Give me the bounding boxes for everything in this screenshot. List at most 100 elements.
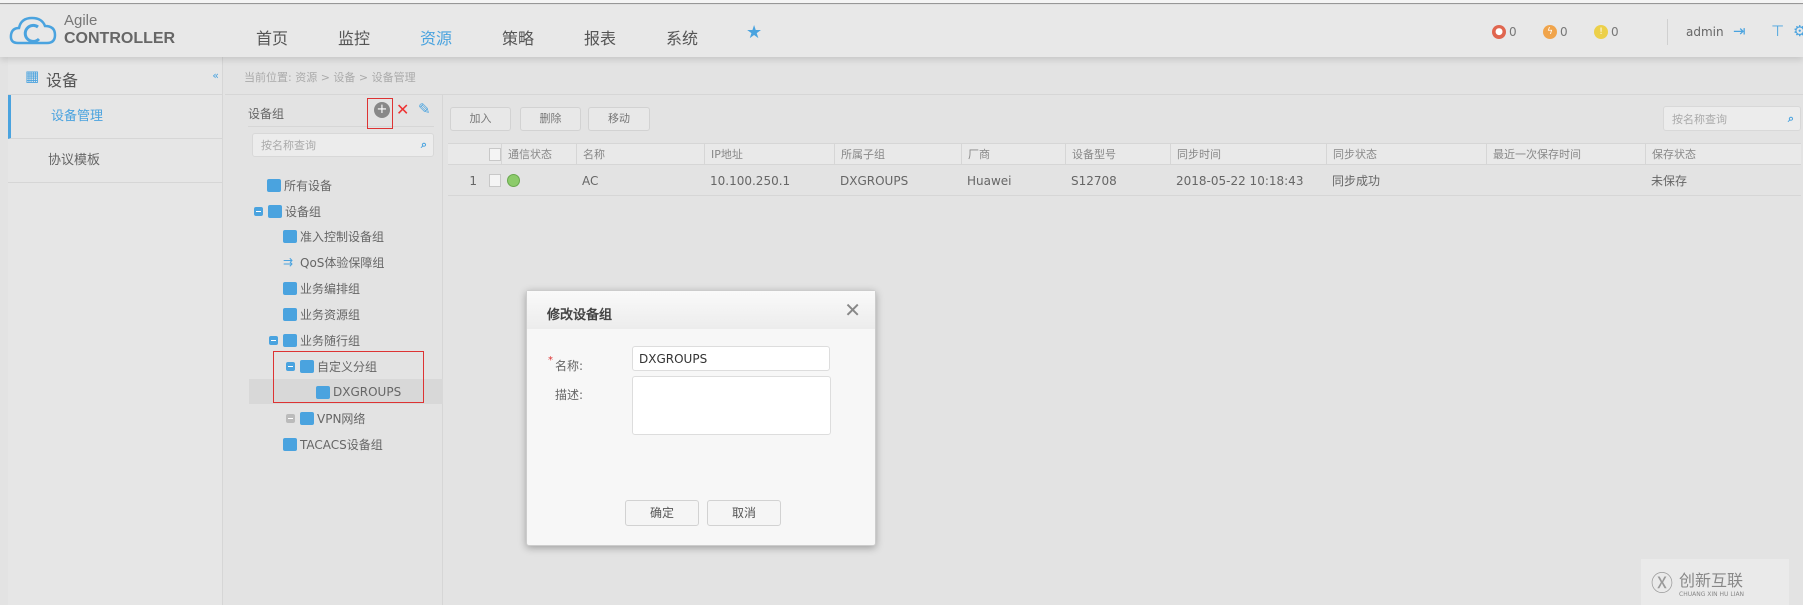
warning-alarm[interactable]: ! 0 [1594, 25, 1619, 39]
column-header[interactable]: 同步状态 [1326, 144, 1486, 164]
watermark-logo-icon: Ⓧ [1651, 572, 1674, 597]
online-status-icon [507, 174, 520, 187]
description-label: 描述: [555, 388, 584, 402]
collapse-toggle-icon[interactable] [254, 206, 263, 216]
delete-button[interactable]: 删除 [520, 107, 581, 131]
cell-save-status: 未保存 [1651, 174, 1688, 188]
tree-node-orchestration[interactable]: 业务编排组 [283, 277, 360, 299]
window-top-border [0, 0, 1803, 4]
major-alarm-icon: ϟ [1543, 25, 1557, 39]
star-icon[interactable]: ★ [746, 22, 762, 43]
delete-group-icon[interactable]: ✕ [396, 100, 409, 119]
search-icon[interactable]: ⌕ [1788, 112, 1794, 126]
cloud-logo-icon [9, 16, 57, 45]
major-alarm[interactable]: ϟ0 [1543, 25, 1568, 39]
cell-name: AC [582, 173, 599, 188]
move-button[interactable]: 移动 [588, 107, 650, 131]
document-icon [300, 411, 314, 425]
tree-node-tacacs[interactable]: TACACS设备组 [283, 433, 383, 455]
username[interactable]: admin [1686, 25, 1724, 39]
table-row[interactable]: 1 AC 10.100.250.1 DXGROUPS Huawei S12708… [448, 166, 1801, 196]
qos-icon: ⇉ [283, 254, 294, 269]
description-textarea[interactable] [632, 376, 831, 435]
divider [248, 126, 434, 127]
sidebar-item-device-management[interactable]: 设备管理 [8, 95, 223, 139]
sidebar-item-protocol-template[interactable]: 协议模板 [8, 139, 223, 183]
nav-resources[interactable]: 资源 [420, 25, 452, 49]
add-button[interactable]: 加入 [450, 107, 511, 131]
group-icon [268, 204, 282, 218]
tree-node-all-devices[interactable]: 所有设备 [267, 174, 332, 196]
tree-node-qos[interactable]: ⇉ QoS体验保障组 [283, 251, 384, 273]
logout-icon[interactable]: ⇥ [1733, 22, 1746, 40]
collapse-toggle-icon[interactable] [269, 335, 278, 345]
tree-node-access-control[interactable]: 准入控制设备组 [283, 225, 384, 247]
nav-policy[interactable]: 策略 [502, 25, 534, 49]
divider [1667, 19, 1668, 45]
tree-search-input[interactable]: 按名称查询 ⌕ [252, 133, 434, 157]
group-icon [283, 281, 297, 295]
device-search-input[interactable]: 按名称查询 ⌕ [1663, 106, 1801, 131]
group-icon [283, 437, 297, 451]
highlight-box [273, 351, 424, 403]
cell-model: S12708 [1071, 173, 1117, 188]
tree-node-device-group[interactable]: 设备组 [254, 200, 321, 222]
collapse-icon[interactable]: « [212, 69, 219, 82]
cell-group: DXGROUPS [840, 173, 909, 188]
sidebar-header: ▦ 设备 « [8, 63, 223, 95]
divider [225, 94, 1803, 95]
column-header[interactable]: 厂商 [961, 144, 1065, 164]
sidebar: ▦ 设备 « 设备管理 协议模板 [8, 57, 223, 605]
tree-title: 设备组 [248, 107, 285, 121]
tree-node-resources[interactable]: 业务资源组 [283, 303, 360, 325]
device-icon [267, 178, 281, 192]
column-header[interactable]: 所属子组 [834, 144, 961, 164]
column-header[interactable]: 设备型号 [1065, 144, 1170, 164]
nav-reports[interactable]: 报表 [584, 25, 616, 49]
name-label: 名称: [555, 359, 584, 373]
column-header[interactable]: 保存状态 [1645, 144, 1801, 164]
document-icon [283, 333, 297, 347]
select-all-checkbox[interactable] [489, 147, 501, 161]
tool-icon[interactable]: ⊤ [1771, 22, 1784, 40]
group-icon [283, 307, 297, 321]
ok-button[interactable]: 确定 [625, 500, 699, 526]
settings-icon[interactable]: ⚙ [1793, 22, 1803, 40]
column-header[interactable]: 通信状态 [501, 144, 576, 164]
row-index: 1 [469, 173, 477, 188]
warning-alarm-icon: ! [1594, 25, 1608, 39]
watermark: Ⓧ 创新互联 CHUANG XIN HU LIAN [1641, 559, 1789, 605]
cell-ip: 10.100.250.1 [710, 173, 791, 188]
tree-node-policy-follow[interactable]: 业务随行组 [269, 329, 360, 351]
cancel-button[interactable]: 取消 [707, 500, 781, 526]
breadcrumb: 当前位置: 资源 > 设备 > 设备管理 [244, 71, 416, 84]
nav-system[interactable]: 系统 [666, 25, 698, 49]
row-checkbox[interactable] [489, 174, 501, 187]
nav-home[interactable]: 首页 [256, 25, 288, 49]
close-icon[interactable]: ✕ [844, 298, 861, 322]
column-header[interactable]: 最近一次保存时间 [1486, 144, 1645, 164]
expand-toggle-icon[interactable] [286, 413, 295, 423]
name-input[interactable]: DXGROUPS [632, 346, 830, 371]
logo: Agile CONTROLLER [8, 11, 175, 51]
required-marker: * [548, 355, 553, 366]
column-header[interactable]: 同步时间 [1170, 144, 1326, 164]
column-header[interactable]: 名称 [576, 144, 704, 164]
cell-last-save [1486, 166, 1645, 195]
grid-icon: ▦ [25, 67, 40, 85]
edit-group-dialog: 修改设备组 ✕ * 名称: DXGROUPS 描述: 确定 取消 [526, 290, 876, 546]
edit-group-icon[interactable]: ✎ [418, 100, 431, 118]
critical-alarm-icon: ● [1492, 25, 1506, 39]
nav-monitor[interactable]: 监控 [338, 25, 370, 49]
table-header: 通信状态 名称 IP地址 所属子组 厂商 设备型号 同步时间 同步状态 最近一次… [448, 143, 1801, 165]
cell-sync-time: 2018-05-22 10:18:43 [1176, 173, 1304, 188]
tree-node-vpn[interactable]: VPN网络 [286, 407, 365, 429]
search-icon[interactable]: ⌕ [421, 138, 427, 152]
critical-alarm[interactable]: ● 0 [1492, 25, 1517, 39]
top-header: Agile CONTROLLER 首页 监控 资源 策略 报表 系统 ★ ● 0 … [0, 5, 1803, 57]
group-icon [283, 229, 297, 243]
cell-sync-status: 同步成功 [1332, 174, 1381, 188]
column-header[interactable]: IP地址 [704, 144, 834, 164]
cell-vendor: Huawei [967, 173, 1012, 188]
highlight-box [367, 98, 393, 129]
